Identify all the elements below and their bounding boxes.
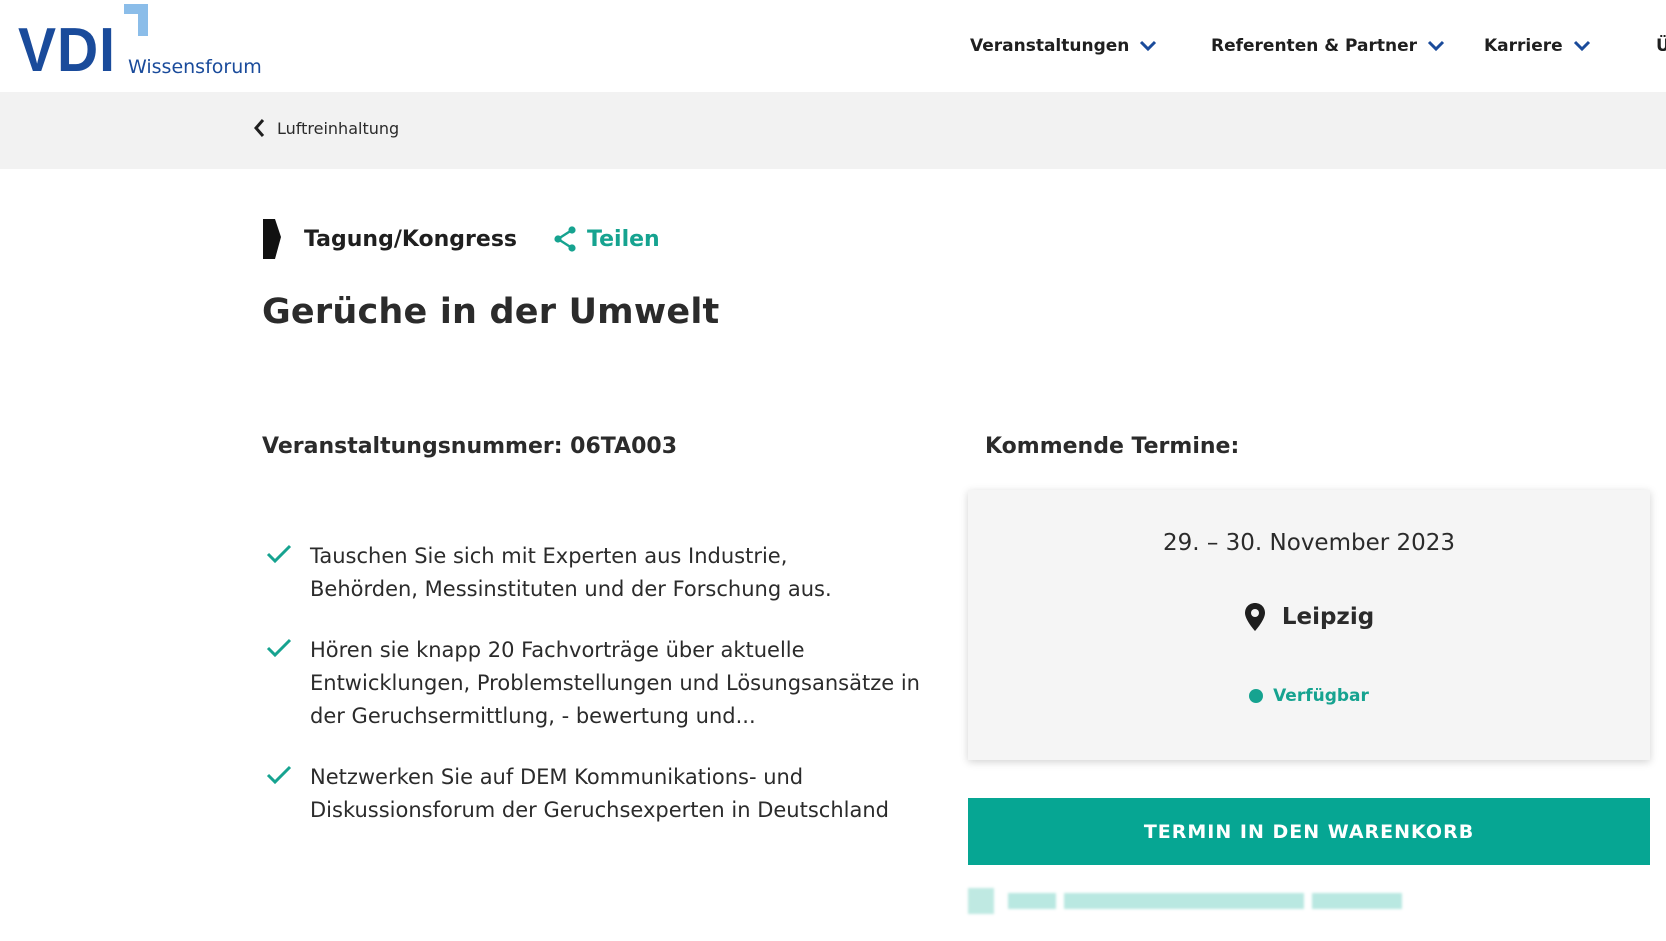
- list-item-line: der Geruchsermittlung, - bewertung und..…: [310, 704, 756, 728]
- location-pin-icon: [1244, 603, 1265, 631]
- availability-dot-icon: [1249, 689, 1264, 703]
- chevron-down-icon: [1427, 40, 1445, 52]
- list-item: Tauschen Sie sich mit Experten aus Indus…: [262, 540, 942, 606]
- chevron-down-icon: [1573, 40, 1590, 52]
- share-label: Teilen: [587, 226, 660, 252]
- breadcrumb-bar: Luftreinhaltung: [0, 92, 1666, 169]
- list-item-line: Hören sie knapp 20 Fachvorträge über akt…: [310, 638, 805, 662]
- list-item: Hören sie knapp 20 Fachvorträge über akt…: [262, 634, 942, 733]
- chevron-down-icon: [1140, 40, 1157, 52]
- blurred-text-block: [1312, 893, 1402, 909]
- highlights-list: Tauschen Sie sich mit Experten aus Indus…: [262, 540, 942, 855]
- chevron-left-icon: [254, 119, 265, 137]
- list-item: Netzwerken Sie auf DEM Kommunikations- u…: [262, 761, 942, 827]
- date-card[interactable]: 29. – 30. November 2023 Leipzig Verfügba…: [968, 490, 1650, 760]
- upcoming-dates-heading: Kommende Termine:: [985, 434, 1240, 459]
- breadcrumb-back-link[interactable]: Luftreinhaltung: [253, 118, 399, 138]
- event-type-row: Tagung/Kongress Teilen: [262, 218, 660, 260]
- list-item-line: Entwicklungen, Problemstellungen und Lös…: [310, 671, 920, 695]
- check-icon: [266, 638, 292, 658]
- list-item-line: Netzwerken Sie auf DEM Kommunikations- u…: [310, 765, 804, 789]
- event-type-marker-icon: [263, 219, 281, 259]
- site-header: VDI Wissensforum Veranstaltungen Referen…: [0, 0, 1666, 92]
- availability-status: Verfügbar: [1273, 686, 1369, 706]
- add-to-cart-button[interactable]: TERMIN IN DEN WARENKORB: [968, 798, 1650, 865]
- blurred-link[interactable]: [968, 888, 1410, 914]
- share-icon: [554, 226, 576, 252]
- event-type-label: Tagung/Kongress: [304, 226, 518, 252]
- nav-veranstaltungen[interactable]: Veranstaltungen: [970, 26, 1157, 66]
- check-icon: [266, 765, 292, 785]
- blurred-text-block: [1008, 893, 1056, 909]
- check-icon: [266, 544, 292, 564]
- breadcrumb-label: Luftreinhaltung: [277, 118, 400, 138]
- list-item-line: Behörden, Messinstituten und der Forschu…: [310, 577, 832, 601]
- location-row: Leipzig: [968, 602, 1650, 632]
- event-number: Veranstaltungsnummer: 06TA003: [262, 434, 678, 459]
- availability-row: Verfügbar: [968, 686, 1650, 706]
- nav-label: Ü: [1656, 36, 1666, 56]
- nav-truncated[interactable]: Ü: [1656, 26, 1666, 66]
- blurred-text-block: [1064, 893, 1304, 909]
- location-label: Leipzig: [1281, 604, 1375, 630]
- logo-text: VDI: [18, 16, 116, 85]
- nav-label: Veranstaltungen: [970, 36, 1130, 56]
- date-range: 29. – 30. November 2023: [1162, 530, 1456, 556]
- nav-label: Referenten & Partner: [1211, 36, 1417, 56]
- logo-subtitle: Wissensforum: [128, 56, 262, 78]
- nav-referenten-partner[interactable]: Referenten & Partner: [1211, 26, 1445, 66]
- vdi-logo[interactable]: VDI Wissensforum: [18, 4, 262, 85]
- list-item-line: Diskussionsforum der Geruchsexperten in …: [310, 798, 889, 822]
- list-item-line: Tauschen Sie sich mit Experten aus Indus…: [310, 544, 788, 568]
- page-title: Gerüche in der Umwelt: [262, 292, 720, 332]
- nav-karriere[interactable]: Karriere: [1484, 26, 1591, 66]
- nav-label: Karriere: [1484, 36, 1563, 56]
- blurred-icon: [968, 888, 994, 914]
- share-button[interactable]: Teilen: [553, 226, 660, 252]
